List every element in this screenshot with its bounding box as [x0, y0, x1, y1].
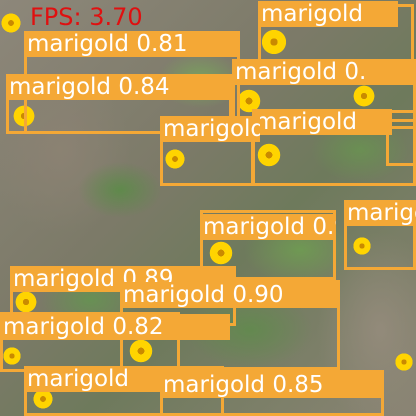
detection-label: marigold 0.81	[24, 31, 240, 57]
detection-label: marigold 0.	[160, 116, 260, 142]
fps-counter: FPS: 3.70	[30, 3, 143, 31]
detection-label: marigold 0.	[232, 59, 416, 85]
marigold-flower	[394, 352, 414, 372]
detection-label: marigold 0.82	[0, 314, 230, 340]
detection-label: marigold	[258, 1, 398, 27]
detection-label: marigold 0.84	[6, 74, 232, 100]
detection-label: marigold 0.	[344, 200, 416, 226]
marigold-flower	[0, 12, 22, 34]
detection-label: marigold	[24, 366, 174, 392]
detection-label: marigold 0.9	[200, 214, 336, 240]
camera-frame: marigold 0.81 marigold marigold 0.84 mar…	[0, 0, 416, 416]
detection-label: marigold 0.90	[120, 282, 340, 308]
detection-label: marigold	[252, 109, 392, 135]
detection-label: marigold 0.85	[160, 372, 384, 398]
